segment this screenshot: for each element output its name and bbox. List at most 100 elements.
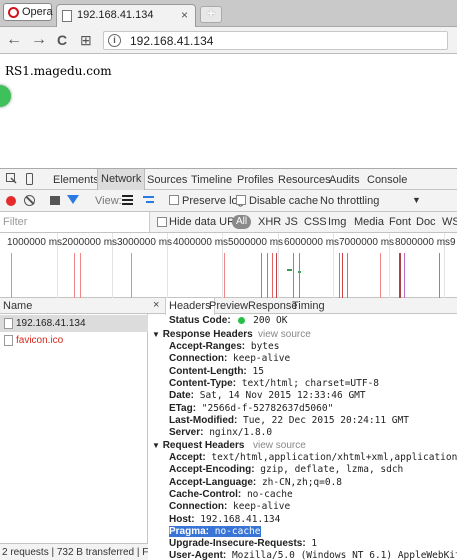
timeline-request-mark — [293, 253, 294, 298]
filter-bar: Filter Hide data URLs All XHR JS CSS Img… — [0, 212, 457, 233]
site-info-icon[interactable]: i — [108, 34, 121, 47]
reload-button[interactable]: C — [57, 31, 67, 49]
tab-audits[interactable]: Audits — [329, 174, 360, 186]
header-value: bytes — [245, 341, 280, 352]
tab-console[interactable]: Console — [367, 174, 407, 186]
timeline-request-mark — [11, 253, 12, 298]
timeline-request-mark — [272, 253, 273, 298]
browser-tab[interactable]: 192.168.41.134 × — [56, 4, 196, 27]
header-key: Upgrade-Insecure-Requests: — [169, 538, 306, 550]
header-value: no-cache — [209, 525, 261, 537]
header-row: Connection: keep-alive — [169, 353, 457, 365]
header-key: Content-Length: — [169, 365, 247, 377]
header-value: 15 — [246, 365, 264, 377]
tab-resources[interactable]: Resources — [278, 174, 331, 186]
response-headers-title: Response Headers — [162, 329, 253, 340]
header-row: Connection: keep-alive — [169, 501, 457, 513]
forward-button[interactable]: → — [31, 31, 47, 49]
tab-profiles[interactable]: Profiles — [237, 174, 274, 186]
request-name: favicon.ico — [16, 335, 64, 346]
header-row: Server: nginx/1.8.0 — [169, 427, 457, 439]
header-key: Content-Type: — [169, 377, 237, 389]
url-field[interactable]: i 192.168.41.134 — [103, 31, 448, 50]
header-key: Last-Modified: — [169, 414, 238, 426]
request-name: 192.168.41.134 — [16, 318, 86, 329]
request-detail-panel: × Headers Preview Response Timing Status… — [148, 298, 457, 560]
timeline-request-mark — [261, 253, 262, 298]
new-tab-button[interactable]: + — [200, 6, 222, 23]
type-filter-xhr[interactable]: XHR — [258, 216, 281, 228]
view-source-link[interactable]: view source — [258, 328, 311, 341]
tab-response[interactable]: Response — [248, 300, 298, 312]
clear-icon[interactable] — [24, 195, 35, 206]
throttling-select[interactable]: No throttling — [320, 195, 379, 207]
header-value: Mozilla/5.0 (Windows NT 6.1) AppleWebKit… — [231, 550, 457, 560]
timeline-tick-label: 9 — [450, 237, 456, 248]
header-row: Pragma: no-cache — [169, 525, 457, 538]
hide-data-urls-checkbox[interactable] — [157, 217, 167, 227]
header-value: keep-alive — [227, 353, 291, 365]
timeline-tick-label: 7000000 ms — [339, 237, 395, 248]
request-row[interactable]: favicon.ico — [0, 332, 148, 349]
capture-screenshots-icon[interactable] — [50, 196, 60, 205]
type-filter-js[interactable]: JS — [285, 216, 298, 228]
tab-elements[interactable]: Elements — [53, 174, 99, 186]
timeline-request-mark — [404, 253, 405, 298]
tab-headers[interactable]: Headers — [165, 298, 215, 315]
tab-timeline[interactable]: Timeline — [191, 174, 232, 186]
filter-icon[interactable] — [67, 195, 79, 204]
device-mode-icon[interactable] — [24, 173, 35, 185]
header-key: Date: — [169, 390, 195, 402]
request-row[interactable]: 192.168.41.134 — [0, 315, 148, 332]
filter-input[interactable]: Filter — [0, 212, 150, 232]
tab-network[interactable]: Network — [97, 169, 146, 190]
timeline-tick-label: 5000000 ms — [228, 237, 284, 248]
preserve-log-label: Preserve log — [182, 195, 244, 207]
inspect-element-icon[interactable] — [6, 173, 17, 185]
response-headers-section[interactable]: ▼ Response Headers view source — [150, 328, 457, 341]
tab-timing[interactable]: Timing — [292, 300, 325, 312]
header-row: Accept-Language: zh-CN,zh;q=0.8 — [169, 477, 457, 489]
back-button[interactable]: ← — [6, 31, 22, 49]
opera-menu-button[interactable]: Opera — [3, 3, 53, 21]
request-headers-section[interactable]: ▼ Request Headers view source — [150, 439, 457, 452]
disable-cache-checkbox[interactable] — [236, 195, 246, 205]
timeline-request-mark — [131, 253, 132, 298]
devtools-panel: Elements Network Sources Timeline Profil… — [0, 168, 457, 560]
type-filter-font[interactable]: Font — [389, 216, 411, 228]
large-rows-icon[interactable] — [122, 195, 133, 205]
type-filter-ws[interactable]: WS — [442, 216, 457, 228]
header-row: Accept: text/html,application/xhtml+xml,… — [169, 452, 457, 464]
chevron-down-icon[interactable]: ▼ — [412, 195, 421, 205]
network-overview-timeline[interactable]: 1000000 ms 2000000 ms 3000000 ms 4000000… — [0, 233, 457, 298]
header-key: Accept: — [169, 452, 206, 463]
type-filter-img[interactable]: Img — [328, 216, 346, 228]
type-filter-doc[interactable]: Doc — [416, 216, 436, 228]
type-filter-css[interactable]: CSS — [304, 216, 327, 228]
tab-sources[interactable]: Sources — [147, 174, 187, 186]
column-name-header: Name — [3, 300, 33, 312]
close-icon[interactable]: × — [153, 299, 159, 311]
timeline-request-mark — [439, 253, 440, 298]
type-filter-all[interactable]: All — [232, 215, 251, 229]
page-viewport: RS1.magedu.com — [0, 55, 457, 165]
header-key: Accept-Ranges: — [169, 341, 246, 352]
timeline-tick-label: 2000000 ms — [62, 237, 118, 248]
request-list-header[interactable]: Name — [0, 298, 148, 314]
header-row: Upgrade-Insecure-Requests: 1 — [169, 538, 457, 550]
preserve-log-checkbox[interactable] — [169, 195, 179, 205]
timeline-request-mark — [299, 253, 300, 298]
tab-close-icon[interactable]: × — [181, 8, 188, 22]
overview-icon[interactable] — [143, 196, 154, 204]
green-floating-button-icon[interactable] — [0, 85, 11, 107]
type-filter-media[interactable]: Media — [354, 216, 384, 228]
request-headers-title: Request Headers — [162, 440, 245, 451]
record-icon[interactable] — [6, 196, 16, 206]
timeline-request-mark — [80, 253, 81, 298]
tab-preview[interactable]: Preview — [209, 300, 248, 312]
status-code-line: Status Code: 200 OK — [169, 315, 457, 327]
apps-grid-icon[interactable]: ⊞ — [80, 31, 92, 49]
view-source-link[interactable]: view source — [253, 439, 306, 452]
page-favicon-icon — [62, 10, 72, 22]
triangle-down-icon: ▼ — [152, 441, 160, 450]
